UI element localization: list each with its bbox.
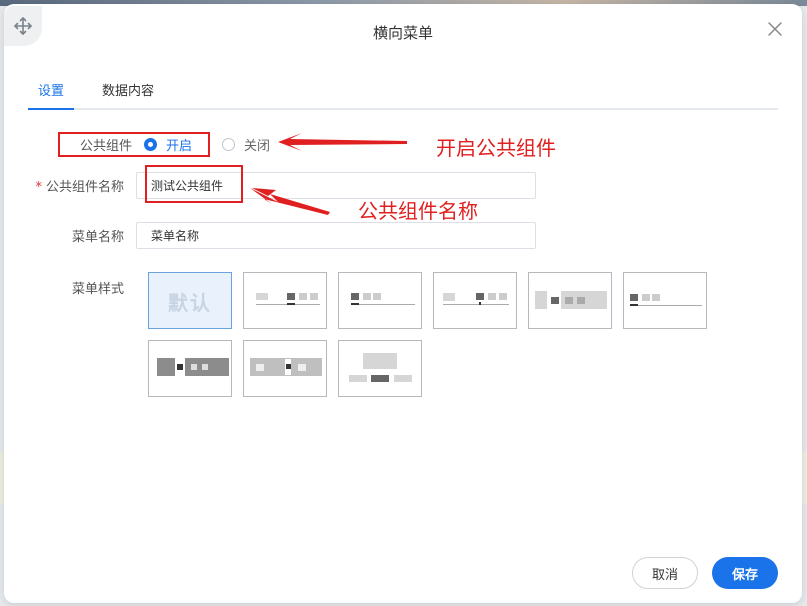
annotation-text-enable-public: 开启公共组件 — [436, 136, 556, 160]
annotation-text-public-name: 公共组件名称 — [358, 199, 478, 223]
annotation-arrows — [250, 133, 407, 215]
